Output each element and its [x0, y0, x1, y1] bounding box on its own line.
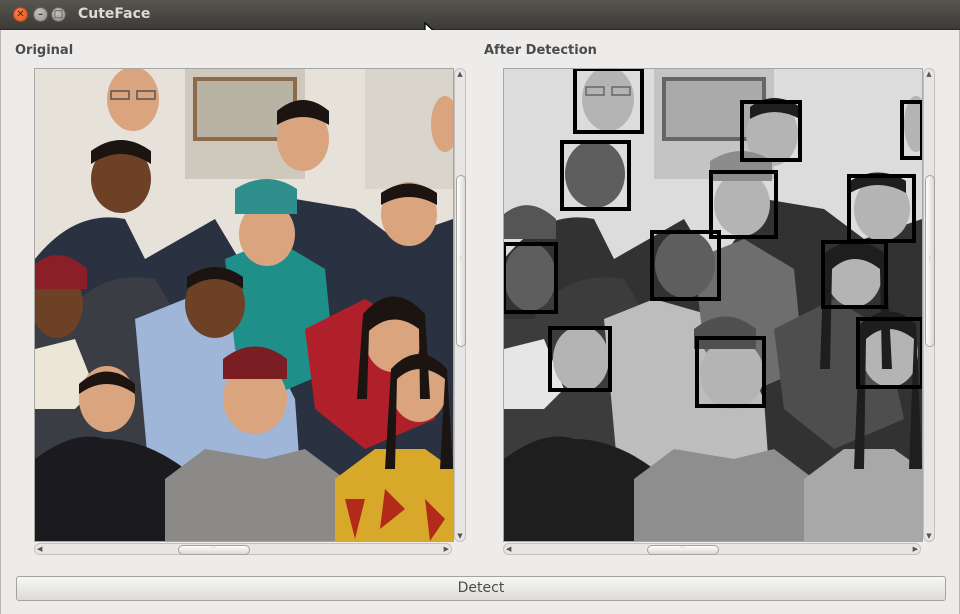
- original-group-photo: [35, 69, 453, 541]
- scroll-left-arrow-icon[interactable]: ◀: [37, 544, 42, 554]
- original-horizontal-scrollbar[interactable]: ◀ ⋯ ▶: [34, 543, 452, 555]
- minimize-window-button[interactable]: –: [33, 7, 48, 22]
- scroll-up-arrow-icon[interactable]: ▲: [924, 70, 934, 78]
- scroll-left-arrow-icon[interactable]: ◀: [506, 544, 511, 554]
- detection-image-view[interactable]: [503, 68, 923, 542]
- main-content: Original After Detection ▲ ⋮ ▼ ◀ ⋯ ▶ ▲ ⋮…: [0, 30, 960, 614]
- original-vertical-scrollbar[interactable]: ▲ ⋮ ▼: [454, 68, 466, 542]
- scroll-down-arrow-icon[interactable]: ▼: [924, 532, 934, 540]
- after-detection-label: After Detection: [484, 43, 597, 58]
- scroll-right-arrow-icon[interactable]: ▶: [913, 544, 918, 554]
- detection-vertical-scrollbar[interactable]: ▲ ⋮ ▼: [923, 68, 935, 542]
- detection-horizontal-scrollbar[interactable]: ◀ ⋯ ▶: [503, 543, 921, 555]
- grip-icon: ⋮: [458, 255, 464, 262]
- detect-button[interactable]: Detect: [16, 576, 946, 601]
- grip-icon: ⋯: [210, 544, 216, 551]
- grip-icon: ⋯: [679, 544, 685, 551]
- maximize-window-button[interactable]: □: [51, 7, 66, 22]
- close-window-button[interactable]: ✕: [13, 7, 28, 22]
- detected-group-photo: [504, 69, 922, 541]
- window-title: CuteFace: [78, 6, 151, 22]
- original-label: Original: [15, 43, 74, 58]
- original-image-view[interactable]: [34, 68, 454, 542]
- scroll-down-arrow-icon[interactable]: ▼: [455, 532, 465, 540]
- grip-icon: ⋮: [927, 255, 933, 262]
- scroll-right-arrow-icon[interactable]: ▶: [444, 544, 449, 554]
- scroll-up-arrow-icon[interactable]: ▲: [455, 70, 465, 78]
- window-titlebar[interactable]: ✕ – □ CuteFace: [0, 0, 960, 30]
